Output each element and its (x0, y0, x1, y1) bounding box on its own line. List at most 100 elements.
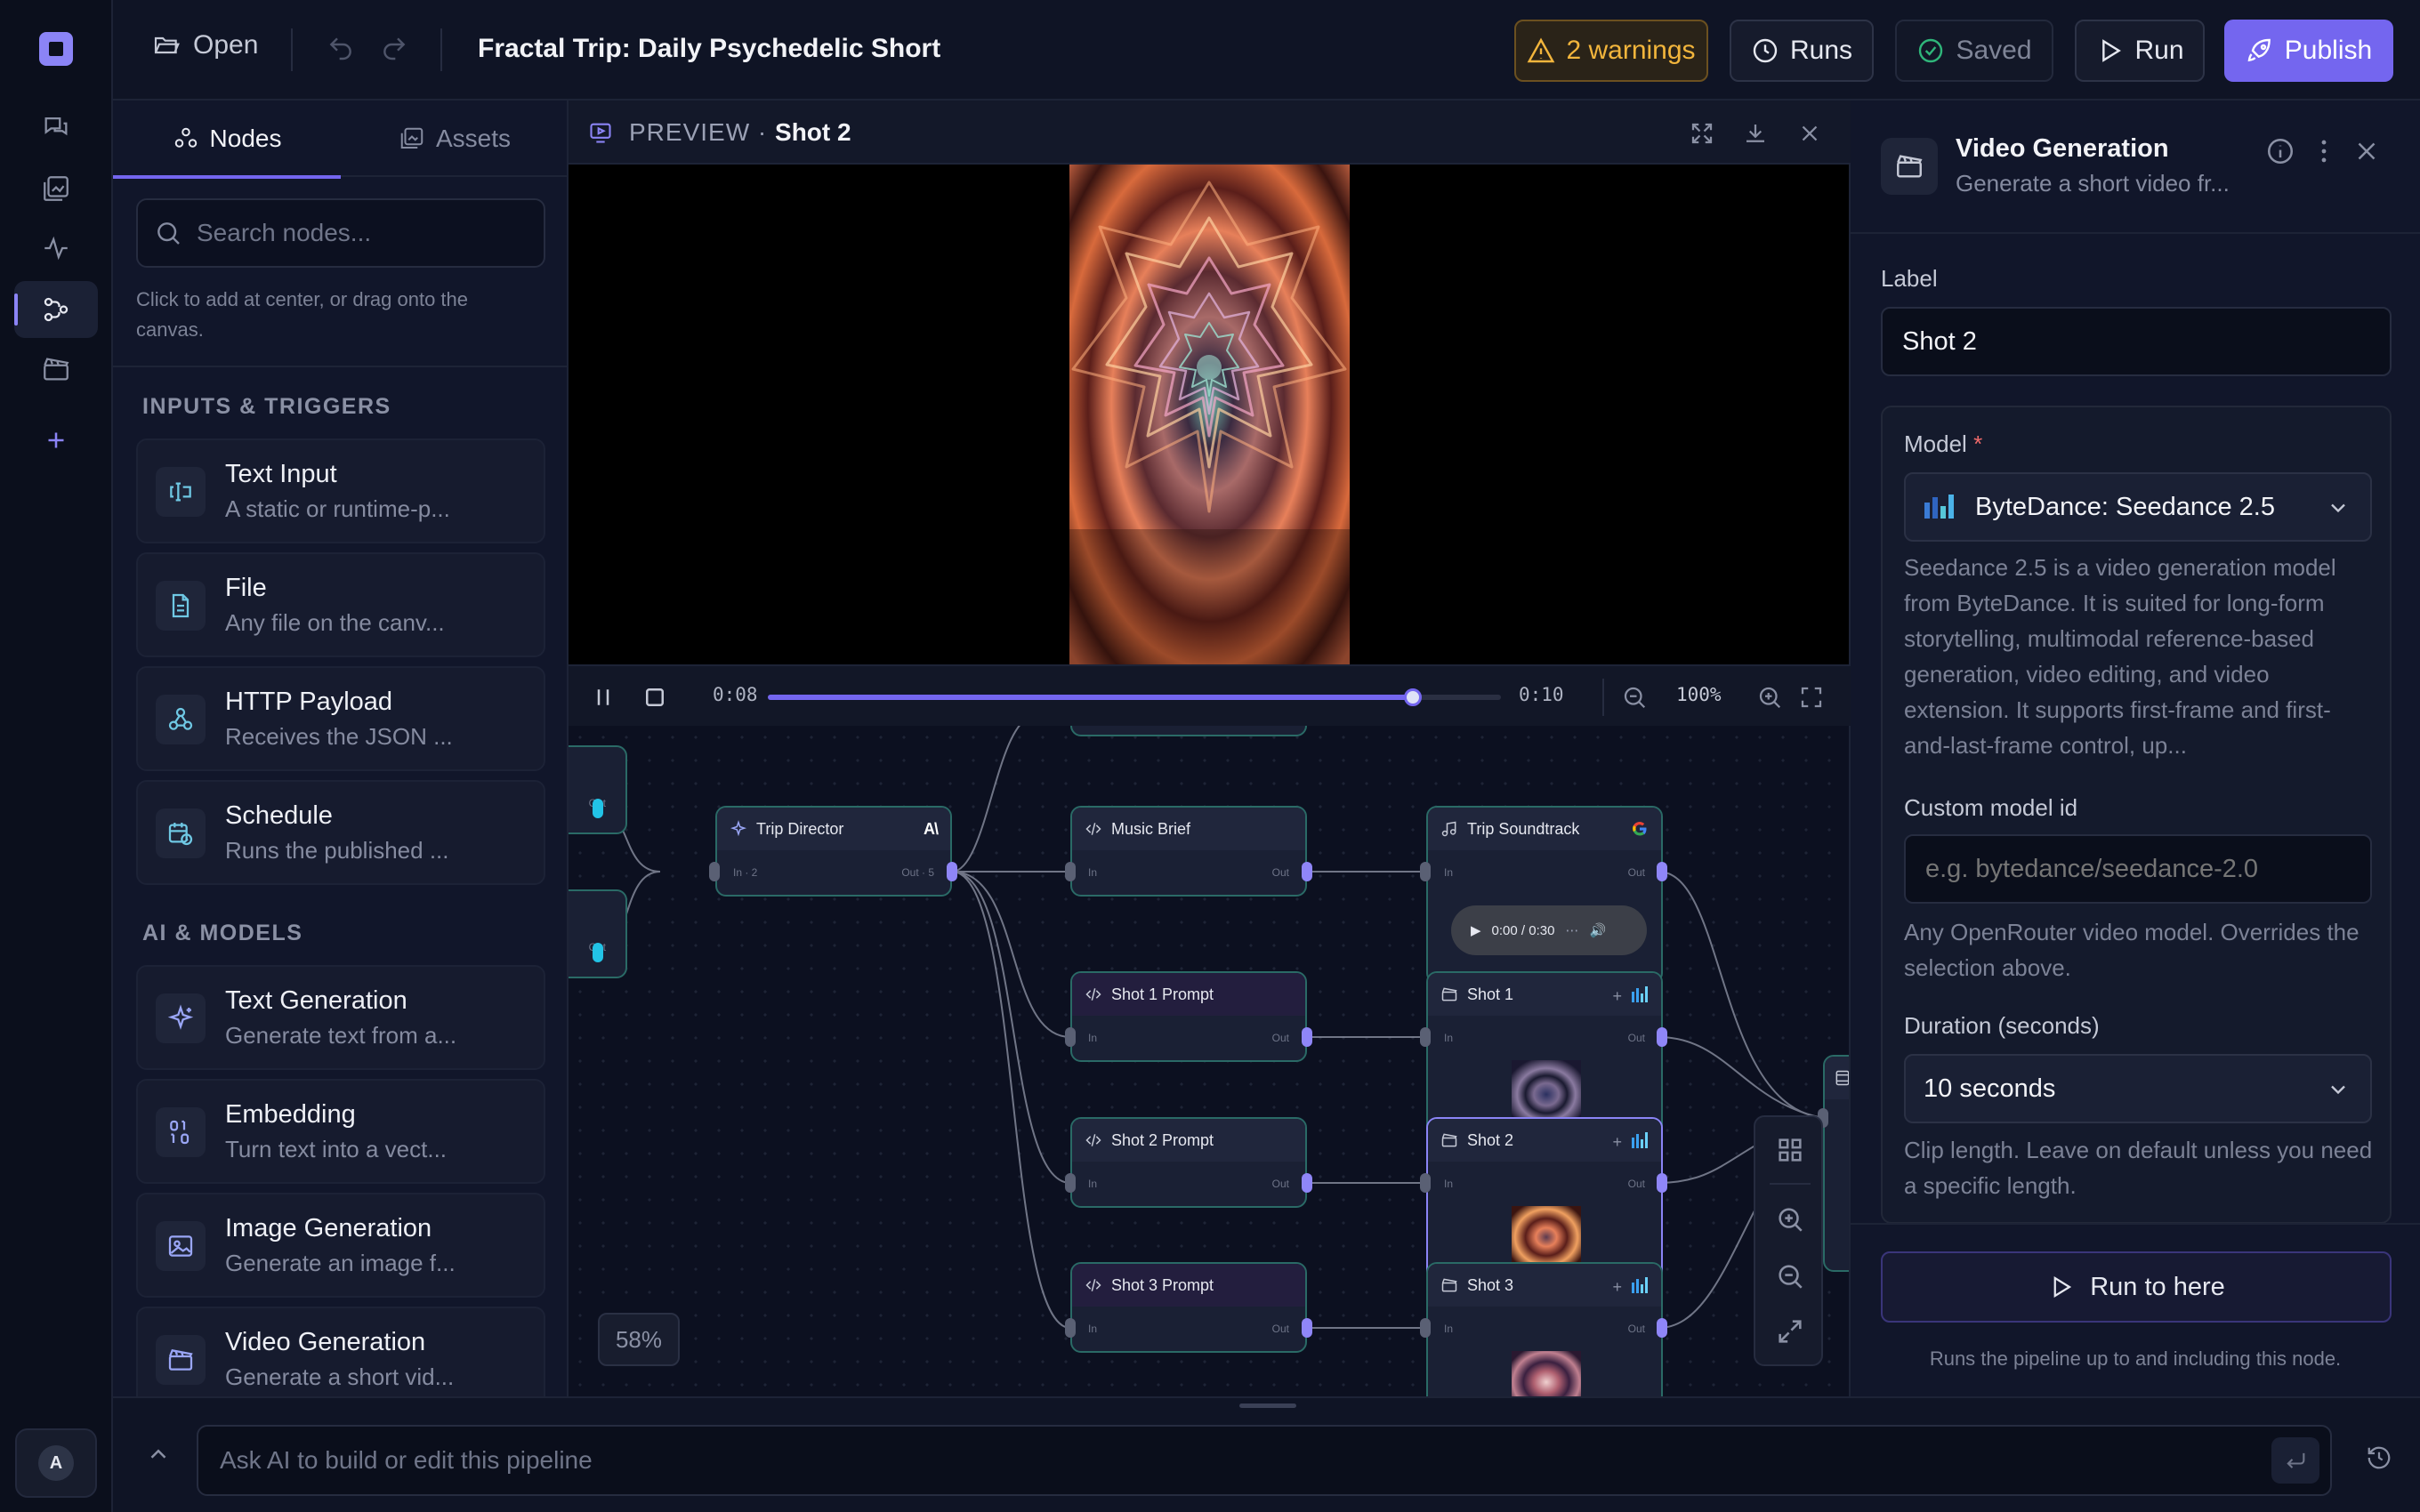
node-shot1[interactable]: Shot 1 + In Out (1426, 971, 1663, 1140)
info-icon[interactable] (2265, 136, 2295, 166)
tab-assets[interactable]: Assets (341, 101, 567, 177)
node-offscreen[interactable] (1823, 1055, 1849, 1272)
node-offscreen[interactable] (1070, 726, 1307, 736)
user-avatar[interactable]: A (15, 1428, 97, 1498)
node-card-schedule[interactable]: Schedule Runs the published ... (136, 780, 545, 885)
search-input[interactable] (197, 219, 535, 247)
shot3-thumbnail[interactable] (1512, 1351, 1581, 1396)
input-port[interactable] (1420, 1173, 1431, 1193)
warnings-button[interactable]: 2 warnings (1514, 20, 1708, 82)
audio-more-icon[interactable]: ⋯ (1565, 922, 1578, 938)
output-port[interactable] (1657, 1318, 1667, 1338)
ai-prompt-input[interactable] (220, 1427, 2230, 1494)
activity-icon[interactable] (36, 228, 77, 269)
node-card-http-payload[interactable]: HTTP Payload Receives the JSON ... (136, 666, 545, 771)
duration-select[interactable]: 10 seconds (1904, 1054, 2372, 1123)
stop-icon[interactable] (641, 684, 668, 711)
node-offscreen[interactable]: Out (569, 745, 627, 834)
maximize-icon[interactable] (1689, 120, 1715, 147)
zoom-out-icon[interactable] (1621, 684, 1648, 711)
redo-icon[interactable] (380, 34, 408, 62)
more-vertical-icon[interactable] (2309, 136, 2339, 166)
add-icon[interactable] (36, 420, 77, 461)
input-port[interactable] (1065, 862, 1076, 881)
input-port[interactable] (1065, 1173, 1076, 1193)
node-offscreen[interactable]: Out (569, 889, 627, 978)
app-logo-icon[interactable] (39, 32, 73, 66)
node-card-text-generation[interactable]: Text Generation Generate text from a... (136, 965, 545, 1070)
node-search[interactable] (136, 198, 545, 268)
pipelines-icon[interactable] (14, 281, 98, 338)
node-card-embedding[interactable]: Embedding Turn text into a vect... (136, 1079, 545, 1184)
close-icon[interactable] (1796, 120, 1823, 147)
zoom-in-icon[interactable] (1756, 684, 1783, 711)
pause-icon[interactable] (590, 684, 617, 711)
fit-view-icon[interactable] (1775, 1316, 1805, 1347)
node-shot2[interactable]: Shot 2 + In Out (1426, 1117, 1663, 1286)
download-icon[interactable] (1742, 120, 1769, 147)
audio-volume-icon[interactable]: 🔊 (1589, 922, 1606, 938)
seek-bar[interactable] (768, 688, 1501, 706)
output-port[interactable] (593, 799, 603, 818)
node-card-file[interactable]: File Any file on the canv... (136, 552, 545, 657)
input-port[interactable] (1420, 1318, 1431, 1338)
shot2-thumbnail[interactable] (1512, 1206, 1581, 1268)
ai-bar-resize-handle[interactable] (1239, 1403, 1296, 1408)
input-port[interactable] (1420, 1027, 1431, 1047)
output-port[interactable] (947, 862, 957, 881)
chat-icon[interactable] (36, 107, 77, 148)
undo-icon[interactable] (327, 34, 355, 62)
input-port[interactable] (1065, 1318, 1076, 1338)
input-port[interactable] (1065, 1027, 1076, 1047)
zoom-in-icon[interactable] (1775, 1204, 1805, 1235)
audio-play-icon[interactable]: ▶ (1471, 922, 1481, 938)
model-select[interactable]: ByteDance: Seedance 2.5 (1904, 472, 2372, 542)
add-icon[interactable]: + (1612, 1133, 1622, 1152)
open-button[interactable]: Open (152, 30, 258, 60)
node-trip-director[interactable]: Trip Director A\ In · 2 Out · 5 (715, 806, 952, 897)
output-port[interactable] (1302, 1027, 1312, 1047)
node-card-image-generation[interactable]: Image Generation Generate an image f... (136, 1193, 545, 1298)
zoom-out-icon[interactable] (1775, 1261, 1805, 1291)
output-port[interactable] (1302, 1318, 1312, 1338)
publish-button[interactable]: Publish (2224, 20, 2393, 82)
add-icon[interactable]: + (1612, 987, 1622, 1006)
node-trip-soundtrack[interactable]: Trip Soundtrack In Out ▶ 0:00 / 0:30 ⋯ 🔊 (1426, 806, 1663, 984)
label-input[interactable] (1881, 307, 2392, 376)
output-port[interactable] (1657, 1173, 1667, 1193)
output-port[interactable] (1657, 1027, 1667, 1047)
runs-button[interactable]: Runs (1730, 20, 1874, 82)
gallery-icon[interactable] (36, 168, 77, 209)
node-shot2-prompt[interactable]: Shot 2 Prompt In Out (1070, 1117, 1307, 1208)
node-card-video-generation[interactable]: Video Generation Generate a short vid... (136, 1307, 545, 1396)
ai-prompt-field[interactable] (197, 1425, 2332, 1496)
input-port[interactable] (1420, 862, 1431, 881)
seek-handle[interactable] (1404, 688, 1423, 706)
add-icon[interactable]: + (1612, 1278, 1622, 1297)
run-to-here-button[interactable]: Run to here (1881, 1251, 2392, 1323)
chevron-up-icon[interactable] (145, 1441, 172, 1468)
grid-icon[interactable] (1775, 1135, 1805, 1165)
output-port[interactable] (1657, 862, 1667, 881)
clapperboard-icon[interactable] (36, 349, 77, 390)
node-music-brief[interactable]: Music Brief In Out (1070, 806, 1307, 897)
pipeline-canvas[interactable]: Out Out Trip Director A\ In · 2 Out · 5 M… (569, 726, 1851, 1396)
audio-controls[interactable]: ▶ 0:00 / 0:30 ⋯ 🔊 (1451, 905, 1647, 955)
output-port[interactable] (1302, 862, 1312, 881)
node-shot1-prompt[interactable]: Shot 1 Prompt In Out (1070, 971, 1307, 1062)
history-icon[interactable] (2366, 1444, 2392, 1471)
output-port[interactable] (593, 943, 603, 962)
shot1-thumbnail[interactable] (1512, 1060, 1581, 1122)
close-icon[interactable] (2351, 136, 2382, 166)
node-card-text-input[interactable]: Text Input A static or runtime-p... (136, 438, 545, 543)
tab-nodes[interactable]: Nodes (113, 101, 341, 179)
run-button[interactable]: Run (2075, 20, 2205, 82)
pipeline-title[interactable]: Fractal Trip: Daily Psychedelic Short (478, 34, 940, 64)
send-button[interactable] (2271, 1437, 2319, 1484)
input-port[interactable] (709, 862, 720, 881)
output-port[interactable] (1302, 1173, 1312, 1193)
custom-model-input[interactable] (1904, 834, 2372, 904)
node-shot3[interactable]: Shot 3 + In Out (1426, 1262, 1663, 1396)
fullscreen-icon[interactable] (1798, 684, 1825, 711)
node-shot3-prompt[interactable]: Shot 3 Prompt In Out (1070, 1262, 1307, 1353)
